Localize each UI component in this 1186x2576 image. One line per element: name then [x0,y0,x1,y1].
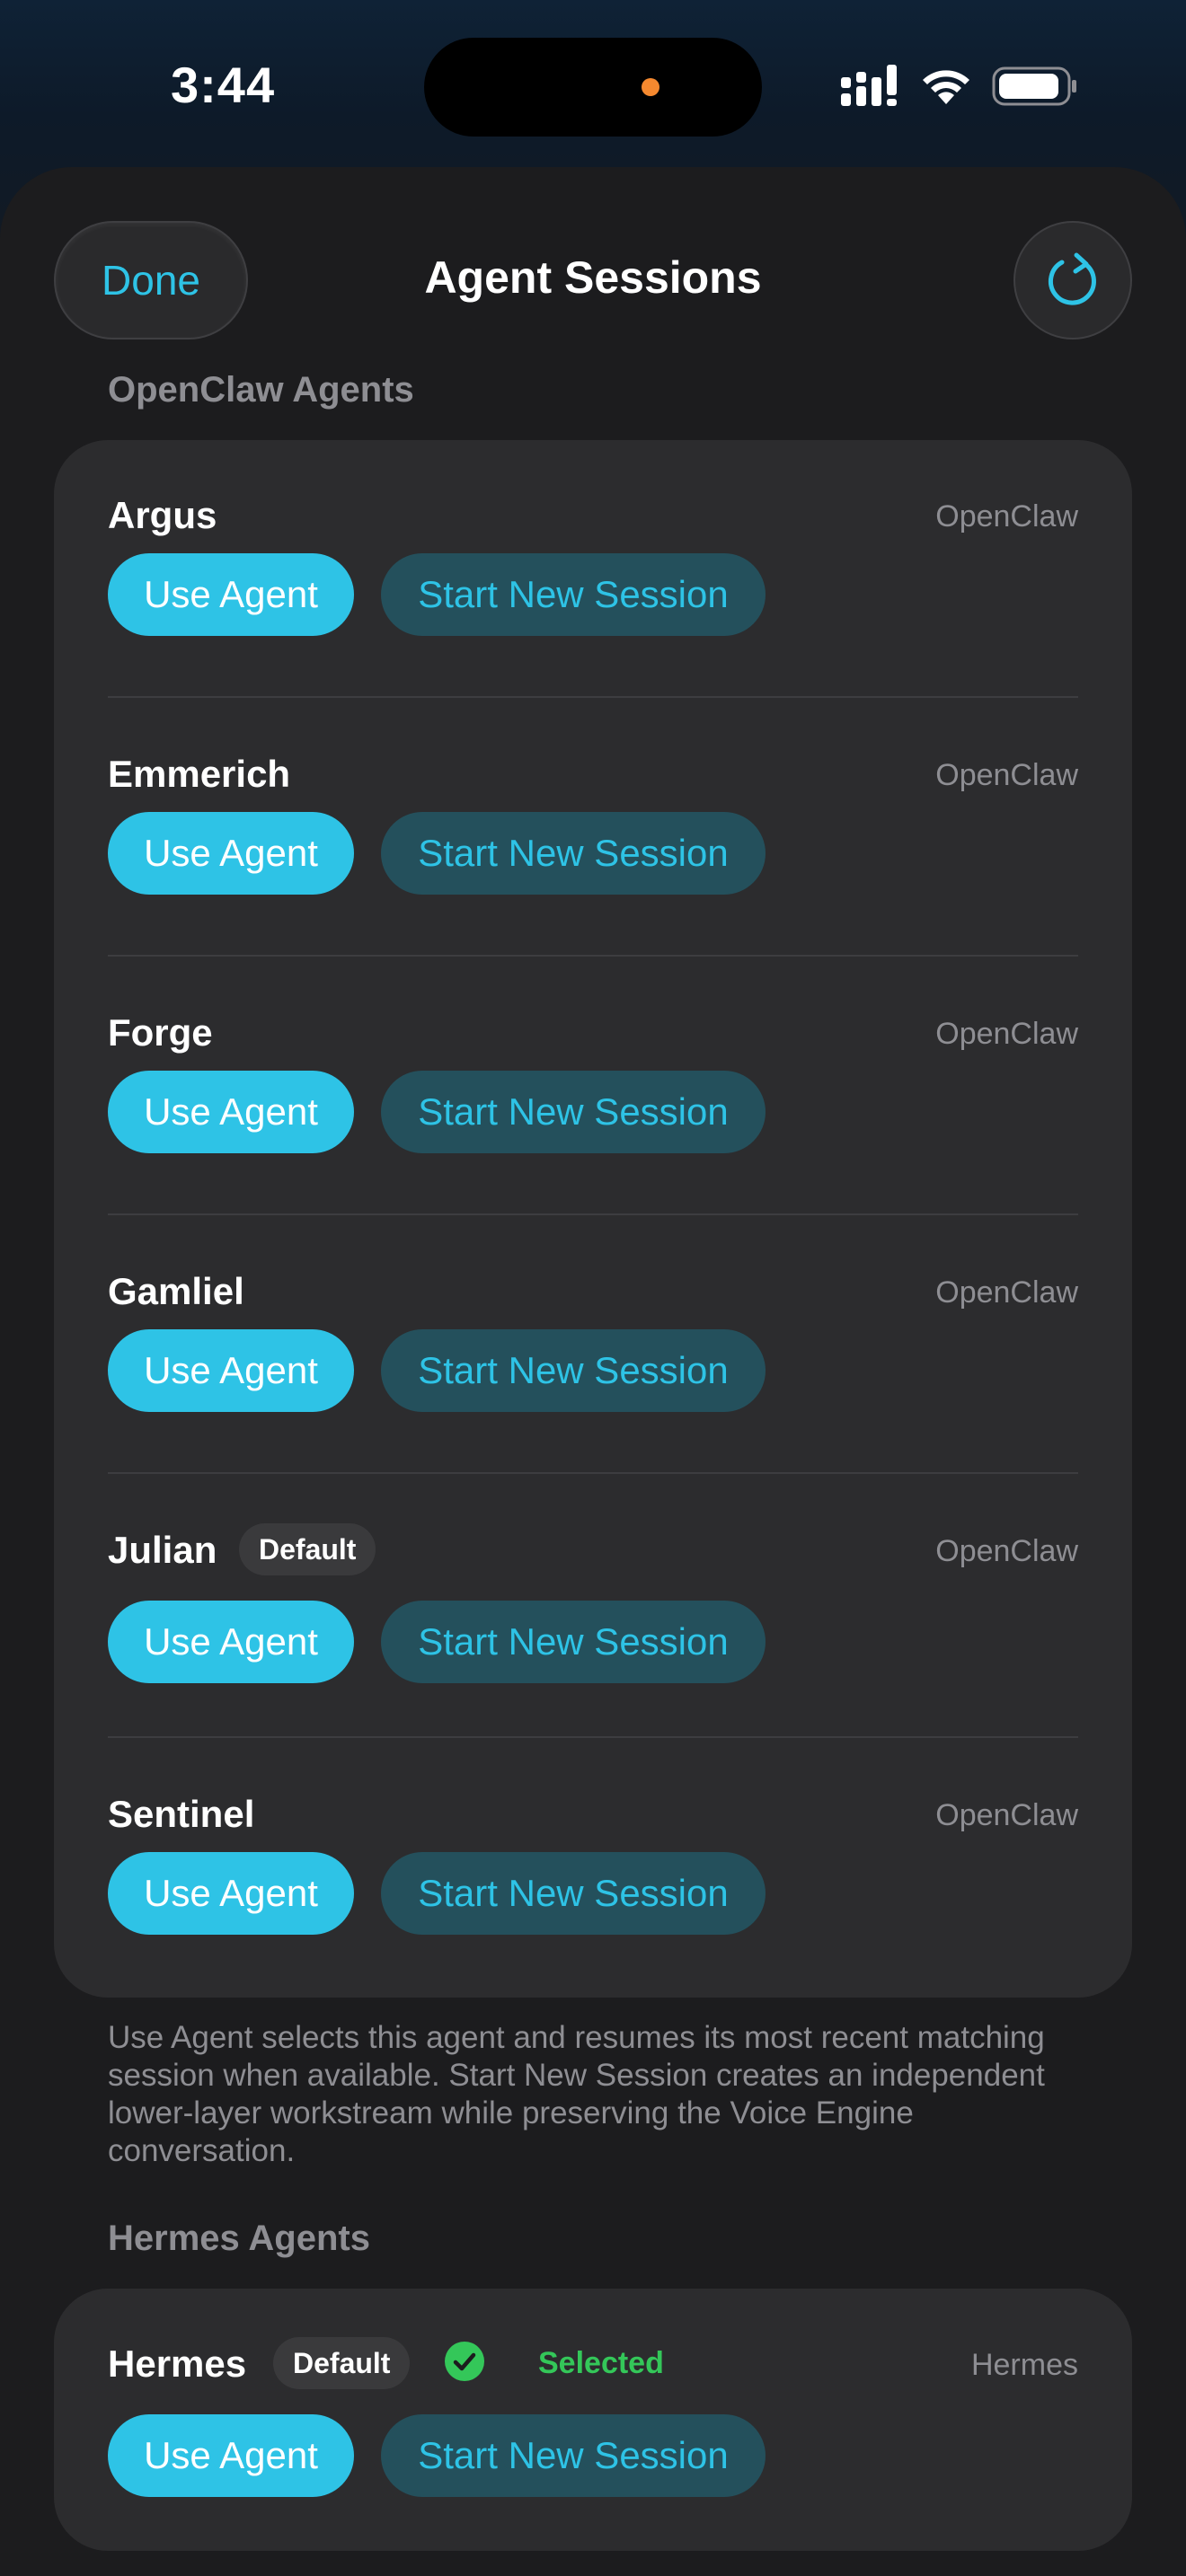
refresh-button[interactable] [1013,221,1132,340]
section-header-openclaw: OpenClaw Agents [108,370,414,410]
start-new-session-button[interactable]: Start New Session [381,812,766,895]
row-divider [108,955,1078,957]
start-new-session-button[interactable]: Start New Session [381,553,766,636]
use-agent-button[interactable]: Use Agent [108,1071,354,1153]
agent-name: Julian [108,1529,217,1571]
camera-indicator-dot [642,78,659,96]
start-new-session-button[interactable]: Start New Session [381,1601,766,1683]
agent-name: Argus [108,494,217,536]
start-new-session-button[interactable]: Start New Session [381,1852,766,1935]
agent-name: Emmerich [108,753,291,795]
use-agent-button[interactable]: Use Agent [108,1852,354,1935]
checkmark-circle-icon [445,2342,484,2381]
row-divider [108,1472,1078,1474]
start-new-session-button[interactable]: Start New Session [381,2414,766,2497]
start-new-session-button[interactable]: Start New Session [381,1071,766,1153]
agent-provider: OpenClaw [935,1017,1078,1051]
use-agent-button[interactable]: Use Agent [108,2414,354,2497]
agent-provider: OpenClaw [935,1275,1078,1310]
openclaw-agents-card [54,440,1132,1998]
default-badge: Default [273,2337,411,2389]
agent-name: Sentinel [108,1793,255,1835]
start-new-session-button[interactable]: Start New Session [381,1329,766,1412]
status-time: 3:44 [171,57,276,113]
agent-provider: OpenClaw [935,758,1078,792]
section-footer-note: Use Agent selects this agent and resumes… [108,2020,1045,2168]
agent-provider: OpenClaw [935,1798,1078,1832]
battery-icon [992,66,1076,106]
agent-provider: OpenClaw [935,1534,1078,1568]
agent-name: Forge [108,1011,213,1054]
wifi-icon [923,70,969,104]
use-agent-button[interactable]: Use Agent [108,1329,354,1412]
screen: 3:44 Done Agent Sessions OpenClaw Agents… [0,0,1186,2576]
agent-provider: OpenClaw [935,499,1078,534]
default-badge: Default [239,1523,376,1575]
agent-provider: Hermes [970,2348,1078,2382]
agent-name: Gamliel [108,1270,244,1312]
sheet-title: Agent Sessions [424,252,762,303]
use-agent-button[interactable]: Use Agent [108,553,354,636]
section-header-hermes: Hermes Agents [108,2219,370,2258]
refresh-icon [1049,252,1096,305]
row-divider [108,1736,1078,1738]
row-divider [108,1213,1078,1215]
use-agent-button[interactable]: Use Agent [108,1601,354,1683]
signal-icon [841,65,897,106]
use-agent-button[interactable]: Use Agent [108,812,354,895]
agent-name: Hermes [108,2342,247,2385]
dynamic-island [424,38,762,137]
row-divider [108,696,1078,698]
selected-status-label: Selected [538,2346,664,2380]
